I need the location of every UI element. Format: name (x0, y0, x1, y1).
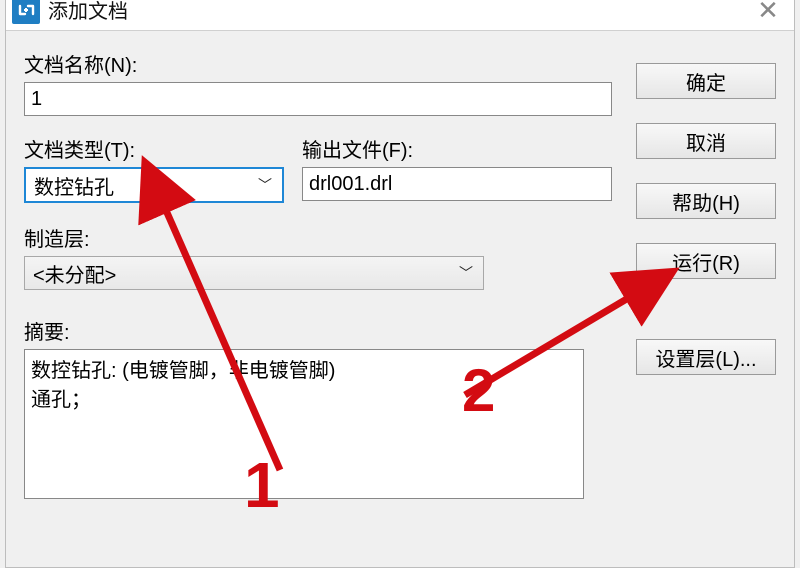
dialog-add-document: 添加文档 ✕ 文档名称(N): 文档类型(T): 数控钻孔 ﹀ 输出文件(F): (5, 0, 795, 568)
cancel-button[interactable]: 取消 (636, 123, 776, 159)
set-layer-button-label: 设置层(L)... (655, 343, 756, 372)
app-icon (12, 0, 40, 24)
summary-row: 摘要: 数控钻孔: (电镀管脚，非电镀管脚) 通孔； (24, 316, 612, 499)
cancel-button-label: 取消 (686, 127, 726, 156)
run-button-label: 运行(R) (672, 247, 740, 276)
mfg-layer-label: 制造层: (24, 223, 612, 252)
doc-name-input[interactable] (24, 82, 612, 116)
summary-label: 摘要: (24, 316, 612, 345)
set-layer-button[interactable]: 设置层(L)... (636, 339, 776, 375)
close-button[interactable]: ✕ (742, 0, 794, 31)
help-button-label: 帮助(H) (672, 187, 740, 216)
chevron-down-icon: ﹀ (459, 263, 473, 283)
main-column: 文档名称(N): 文档类型(T): 数控钻孔 ﹀ 输出文件(F): 制造层: (24, 49, 612, 499)
mfg-layer-value: <未分配> (33, 259, 116, 288)
doc-type-combo[interactable]: 数控钻孔 ﹀ (24, 167, 284, 203)
run-button[interactable]: 运行(R) (636, 243, 776, 279)
ok-button-label: 确定 (686, 67, 726, 96)
close-icon: ✕ (757, 0, 779, 26)
button-column: 确定 取消 帮助(H) 运行(R) 设置层(L)... (636, 49, 776, 499)
summary-textarea[interactable]: 数控钻孔: (电镀管脚，非电镀管脚) 通孔； (24, 349, 584, 499)
type-output-row: 文档类型(T): 数控钻孔 ﹀ 输出文件(F): (24, 134, 612, 203)
window-title: 添加文档 (48, 0, 128, 24)
output-file-input[interactable] (302, 167, 612, 201)
doc-type-label: 文档类型(T): (24, 134, 284, 163)
ok-button[interactable]: 确定 (636, 63, 776, 99)
doc-name-label: 文档名称(N): (24, 49, 612, 78)
mfg-layer-row: 制造层: <未分配> ﹀ (24, 223, 612, 290)
chevron-down-icon: ﹀ (258, 175, 272, 195)
titlebar: 添加文档 ✕ (6, 0, 794, 31)
mfg-layer-combo[interactable]: <未分配> ﹀ (24, 256, 484, 290)
dialog-content: 文档名称(N): 文档类型(T): 数控钻孔 ﹀ 输出文件(F): 制造层: (6, 31, 794, 517)
help-button[interactable]: 帮助(H) (636, 183, 776, 219)
output-file-label: 输出文件(F): (302, 134, 612, 163)
doc-type-value: 数控钻孔 (34, 171, 114, 200)
